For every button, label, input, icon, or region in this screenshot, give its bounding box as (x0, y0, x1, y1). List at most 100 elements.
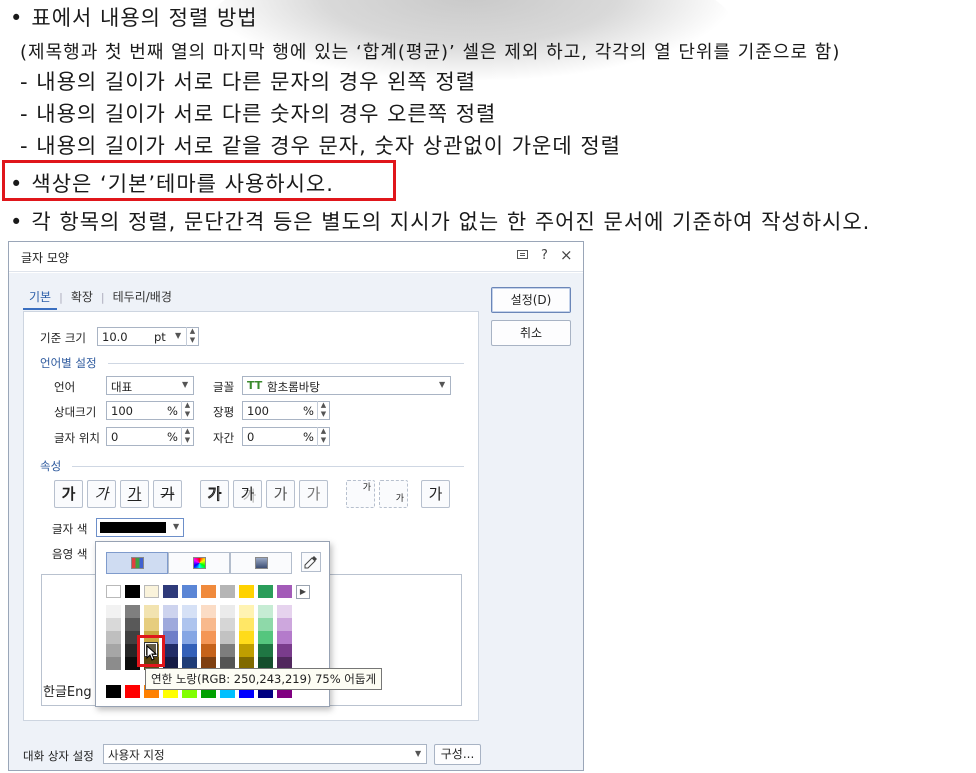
shade-color-swatch[interactable] (277, 605, 292, 618)
base-size-input[interactable]: 10.0 pt ▼ ▲ ▼ (97, 327, 199, 346)
theme-color-swatch[interactable] (144, 585, 159, 598)
italic-button[interactable]: 가 (87, 480, 116, 508)
theme-color-swatch[interactable] (106, 585, 121, 598)
theme-color-swatch[interactable] (201, 585, 216, 598)
text-color-swatch (100, 522, 166, 533)
spin-buttons[interactable]: ▲ ▼ (317, 427, 329, 446)
ok-button[interactable]: 설정(D) (491, 287, 571, 313)
shade-color-swatch[interactable] (277, 618, 292, 631)
compose-button[interactable]: 구성... (434, 744, 481, 765)
letter-spacing-input[interactable]: 0 % ▲ ▼ (242, 427, 330, 446)
shadow-button[interactable]: 가 (233, 480, 262, 508)
eyedropper-button[interactable] (301, 552, 321, 572)
chevron-down-icon[interactable]: ▼ (175, 331, 181, 340)
spin-buttons[interactable]: ▲ ▼ (181, 401, 193, 420)
shade-color-swatch[interactable] (163, 605, 178, 618)
spin-buttons[interactable]: ▲ ▼ (317, 401, 329, 420)
standard-color-swatch[interactable] (125, 685, 140, 698)
shade-color-swatch[interactable] (201, 631, 216, 644)
theme-color-swatch[interactable] (163, 585, 178, 598)
shade-color-swatch[interactable] (220, 631, 235, 644)
strikethrough-button[interactable]: 가 (153, 480, 182, 508)
spin-buttons[interactable]: ▲ ▼ (181, 427, 193, 446)
shade-color-swatch[interactable] (163, 631, 178, 644)
text-color-picker[interactable]: ▼ (96, 518, 184, 537)
subscript-button[interactable]: 가 (379, 480, 408, 508)
shade-color-swatch[interactable] (201, 605, 216, 618)
restore-icon[interactable] (516, 248, 529, 265)
shade-color-swatch[interactable] (106, 657, 121, 670)
shade-color-swatch[interactable] (277, 644, 292, 657)
superscript-button[interactable]: 가 (346, 480, 375, 508)
theme-color-swatch[interactable] (182, 585, 197, 598)
outline-button[interactable]: 가 (200, 480, 229, 508)
theme-color-swatch[interactable] (277, 585, 292, 598)
shade-color-swatch[interactable] (163, 618, 178, 631)
shade-color-swatch[interactable] (106, 618, 121, 631)
dialog-settings-label: 대화 상자 설정 (23, 749, 94, 763)
attr-section-title: 속성 (40, 459, 62, 473)
help-icon[interactable]: ? (541, 248, 548, 263)
emboss-button[interactable]: 가 (266, 480, 295, 508)
shade-color-swatch[interactable] (106, 605, 121, 618)
dialog-settings-select[interactable]: 사용자 지정 ▼ (103, 744, 427, 764)
shade-color-swatch[interactable] (106, 644, 121, 657)
tab-border-background[interactable]: 테두리/배경 (107, 285, 178, 308)
standard-color-swatch[interactable] (106, 685, 121, 698)
shade-color-swatch[interactable] (220, 605, 235, 618)
shade-color-swatch[interactable] (182, 605, 197, 618)
tab-basic[interactable]: 기본 (23, 285, 58, 310)
shade-color-swatch[interactable] (144, 618, 159, 631)
shade-color-swatch[interactable] (239, 644, 254, 657)
chevron-down-icon[interactable]: ▼ (182, 380, 188, 389)
chevron-down-icon[interactable]: ▼ (415, 749, 421, 758)
theme-color-swatch[interactable] (125, 585, 140, 598)
palette-tab-spectrum[interactable] (168, 552, 230, 574)
shade-color-swatch[interactable] (163, 644, 178, 657)
shade-color-swatch[interactable] (277, 631, 292, 644)
chevron-right-icon[interactable]: ▶ (296, 585, 310, 599)
relative-size-input[interactable]: 100 % ▲ ▼ (106, 401, 194, 420)
bold-button[interactable]: 가 (54, 480, 83, 508)
dialog-titlebar[interactable]: 글자 모양 ? × (9, 242, 583, 272)
shade-color-swatch[interactable] (239, 605, 254, 618)
shade-color-swatch[interactable] (258, 618, 273, 631)
font-select[interactable]: TT 함초롬바탕 ▼ (242, 376, 451, 395)
underline-button[interactable]: 가 (120, 480, 149, 508)
shade-color-swatch[interactable] (239, 631, 254, 644)
shade-color-swatch[interactable] (201, 618, 216, 631)
doc-rule-2: - 내용의 길이가 서로 다른 숫자의 경우 오른쪽 정렬 (20, 102, 497, 126)
shade-color-swatch[interactable] (258, 644, 273, 657)
palette-tab-theme[interactable] (106, 552, 168, 574)
theme-color-swatch[interactable] (239, 585, 254, 598)
shade-color-swatch[interactable] (125, 618, 140, 631)
shade-color-swatch[interactable] (220, 618, 235, 631)
engrave-button[interactable]: 가 (299, 480, 328, 508)
doc-heading: • 표에서 내용의 정렬 방법 (10, 6, 258, 30)
close-icon[interactable]: × (560, 246, 573, 264)
chevron-down-icon[interactable]: ▼ (173, 522, 179, 531)
spin-buttons[interactable]: ▲ ▼ (186, 327, 198, 346)
palette-tab-picker[interactable] (230, 552, 292, 574)
shade-color-swatch[interactable] (239, 618, 254, 631)
width-ratio-input[interactable]: 100 % ▲ ▼ (242, 401, 330, 420)
shade-color-swatch[interactable] (182, 631, 197, 644)
theme-color-swatch[interactable] (258, 585, 273, 598)
shade-color-swatch[interactable] (106, 631, 121, 644)
shade-color-swatch[interactable] (125, 605, 140, 618)
cancel-button[interactable]: 취소 (491, 320, 571, 346)
shade-color-swatch[interactable] (144, 605, 159, 618)
doc-rule-1: - 내용의 길이가 서로 다른 문자의 경우 왼쪽 정렬 (20, 70, 477, 94)
shade-color-swatch[interactable] (182, 644, 197, 657)
shade-color-swatch[interactable] (220, 644, 235, 657)
language-select[interactable]: 대표 ▼ (106, 376, 194, 395)
chevron-down-icon[interactable]: ▼ (439, 380, 445, 389)
shade-color-swatch[interactable] (258, 605, 273, 618)
shade-color-swatch[interactable] (201, 644, 216, 657)
shade-color-swatch[interactable] (182, 618, 197, 631)
normal-button[interactable]: 가 (421, 480, 450, 508)
shade-color-swatch[interactable] (258, 631, 273, 644)
char-position-input[interactable]: 0 % ▲ ▼ (106, 427, 194, 446)
tab-extended[interactable]: 확장 (65, 285, 99, 308)
theme-color-swatch[interactable] (220, 585, 235, 598)
